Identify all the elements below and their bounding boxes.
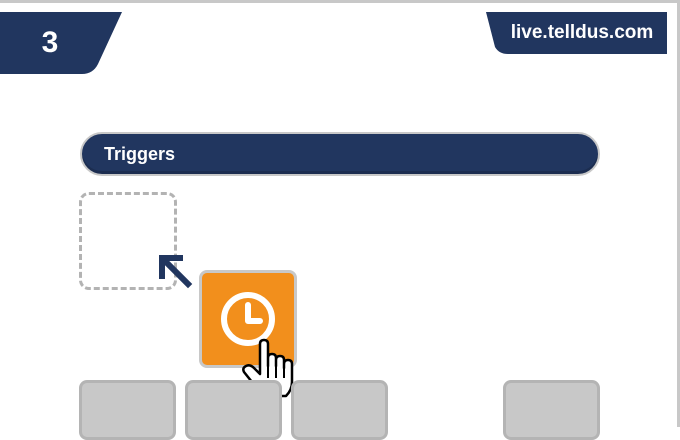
section-title: Triggers bbox=[104, 144, 176, 164]
action-tile-3[interactable] bbox=[291, 380, 388, 440]
triggers-section-header: Triggers bbox=[80, 132, 600, 176]
arrow-up-left-icon bbox=[159, 255, 193, 289]
action-tile-2[interactable] bbox=[185, 380, 282, 440]
action-tile-4[interactable] bbox=[503, 380, 600, 440]
url-link[interactable]: live.telldus.com bbox=[502, 12, 662, 54]
step-number: 3 bbox=[41, 26, 59, 59]
step-badge: 3 bbox=[0, 12, 122, 74]
action-tile-1[interactable] bbox=[79, 380, 176, 440]
url-badge: live.telldus.com bbox=[472, 12, 667, 54]
